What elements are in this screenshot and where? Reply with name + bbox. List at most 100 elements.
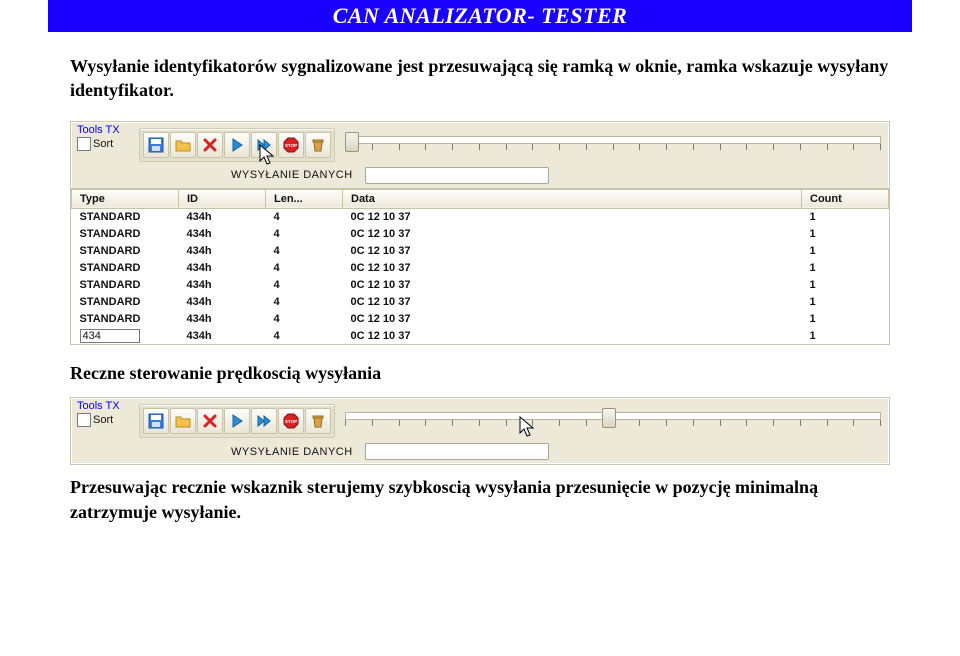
paragraph-1: Wysyłanie identyfikatorów sygnalizowane … <box>70 54 890 103</box>
tx-table: Type ID Len... Data Count STANDARD434h40… <box>71 188 889 345</box>
table-cell: 0C 12 10 37 <box>343 208 802 225</box>
play-button[interactable] <box>224 132 250 158</box>
stop-icon: STOP <box>283 137 299 153</box>
tools-tx-label-2[interactable]: Tools TX <box>77 400 135 412</box>
trash-icon <box>310 137 326 153</box>
table-cell: 0C 12 10 37 <box>343 225 802 242</box>
table-cell: 4 <box>266 208 343 225</box>
delete-icon <box>202 137 218 153</box>
forward-button[interactable] <box>251 132 277 158</box>
table-header-row: Type ID Len... Data Count <box>72 189 889 208</box>
trash-icon <box>310 413 326 429</box>
folder-open-icon <box>175 137 191 153</box>
trash-button[interactable] <box>305 132 331 158</box>
trash-button-2[interactable] <box>305 408 331 434</box>
table-cell: 0C 12 10 37 <box>343 327 802 344</box>
tools-tx-label[interactable]: Tools TX <box>77 124 135 136</box>
save-icon <box>148 413 164 429</box>
col-type[interactable]: Type <box>72 189 179 208</box>
table-cell: 0C 12 10 37 <box>343 242 802 259</box>
table-cell: 1 <box>802 242 889 259</box>
stop-button[interactable]: STOP <box>278 132 304 158</box>
svg-text:STOP: STOP <box>285 419 297 424</box>
table-cell: 4 <box>266 293 343 310</box>
svg-text:STOP: STOP <box>285 143 297 148</box>
panel-tx-2: Tools TX Sort <box>70 397 890 465</box>
table-cell: STANDARD <box>72 259 179 276</box>
toolbar: STOP <box>139 128 335 162</box>
open-button[interactable] <box>170 132 196 158</box>
table-cell: 434h <box>179 310 266 327</box>
paragraph-3: Przesuwając recznie wskaznik sterujemy s… <box>70 475 890 524</box>
table-cell: 1 <box>802 276 889 293</box>
header-bar: CAN ANALIZATOR- TESTER <box>48 0 912 32</box>
table-cell: 0C 12 10 37 <box>343 310 802 327</box>
table-cell: 4 <box>266 225 343 242</box>
col-len[interactable]: Len... <box>266 189 343 208</box>
table-cell: 1 <box>802 293 889 310</box>
table-cell: 434h <box>179 259 266 276</box>
table-cell: 434h <box>179 242 266 259</box>
page-title: CAN ANALIZATOR- TESTER <box>333 3 628 28</box>
table-cell: 434h <box>179 225 266 242</box>
sort-label: Sort <box>93 138 113 150</box>
table-cell: 434h <box>179 327 266 344</box>
play-icon <box>229 413 245 429</box>
toolbar-2: STOP <box>139 404 335 438</box>
table-cell: STANDARD <box>72 276 179 293</box>
table-cell: 434h <box>179 208 266 225</box>
delete-button-2[interactable] <box>197 408 223 434</box>
table-cell: STANDARD <box>72 208 179 225</box>
delete-icon <box>202 413 218 429</box>
table-cell: STANDARD <box>72 242 179 259</box>
col-data[interactable]: Data <box>343 189 802 208</box>
editing-cell[interactable]: 434 <box>72 327 179 344</box>
delete-button[interactable] <box>197 132 223 158</box>
slider-thumb-2[interactable] <box>602 408 616 428</box>
sort-checkbox-2[interactable] <box>77 413 91 427</box>
table-row[interactable]: STANDARD434h40C 12 10 371 <box>72 225 889 242</box>
folder-open-icon <box>175 413 191 429</box>
play-icon <box>229 137 245 153</box>
speed-slider-2[interactable] <box>345 406 881 432</box>
save-button[interactable] <box>143 132 169 158</box>
status-field-2 <box>365 443 549 460</box>
status-label: WYSYŁANIE DANYCH <box>231 169 353 181</box>
table-cell: 0C 12 10 37 <box>343 276 802 293</box>
save-icon <box>148 137 164 153</box>
table-row[interactable]: STANDARD434h40C 12 10 371 <box>72 276 889 293</box>
table-row[interactable]: STANDARD434h40C 12 10 371 <box>72 242 889 259</box>
status-field <box>365 167 549 184</box>
open-button-2[interactable] <box>170 408 196 434</box>
sort-checkbox[interactable] <box>77 137 91 151</box>
table-row[interactable]: STANDARD434h40C 12 10 371 <box>72 310 889 327</box>
table-cell: 434h <box>179 293 266 310</box>
play-button-2[interactable] <box>224 408 250 434</box>
table-cell: 0C 12 10 37 <box>343 293 802 310</box>
table-cell: STANDARD <box>72 225 179 242</box>
forward-button-2[interactable] <box>251 408 277 434</box>
forward-icon <box>256 413 272 429</box>
panel-tx-1: Tools TX Sort <box>70 121 890 346</box>
table-cell: 4 <box>266 327 343 344</box>
table-cell: 0C 12 10 37 <box>343 259 802 276</box>
col-id[interactable]: ID <box>179 189 266 208</box>
table-cell: 434h <box>179 276 266 293</box>
sort-label-2: Sort <box>93 414 113 426</box>
forward-icon <box>256 137 272 153</box>
table-row[interactable]: STANDARD434h40C 12 10 371 <box>72 208 889 225</box>
table-cell: 4 <box>266 259 343 276</box>
slider-thumb[interactable] <box>345 132 359 152</box>
table-row-editing[interactable]: 434434h40C 12 10 371 <box>72 327 889 344</box>
stop-icon: STOP <box>283 413 299 429</box>
table-row[interactable]: STANDARD434h40C 12 10 371 <box>72 293 889 310</box>
stop-button-2[interactable]: STOP <box>278 408 304 434</box>
save-button-2[interactable] <box>143 408 169 434</box>
col-count[interactable]: Count <box>802 189 889 208</box>
speed-slider-1[interactable] <box>345 130 881 156</box>
table-cell: 1 <box>802 259 889 276</box>
status-label-2: WYSYŁANIE DANYCH <box>231 446 353 458</box>
table-row[interactable]: STANDARD434h40C 12 10 371 <box>72 259 889 276</box>
table-cell: STANDARD <box>72 293 179 310</box>
paragraph-2: Reczne sterowanie prędkoscią wysyłania <box>70 361 890 385</box>
